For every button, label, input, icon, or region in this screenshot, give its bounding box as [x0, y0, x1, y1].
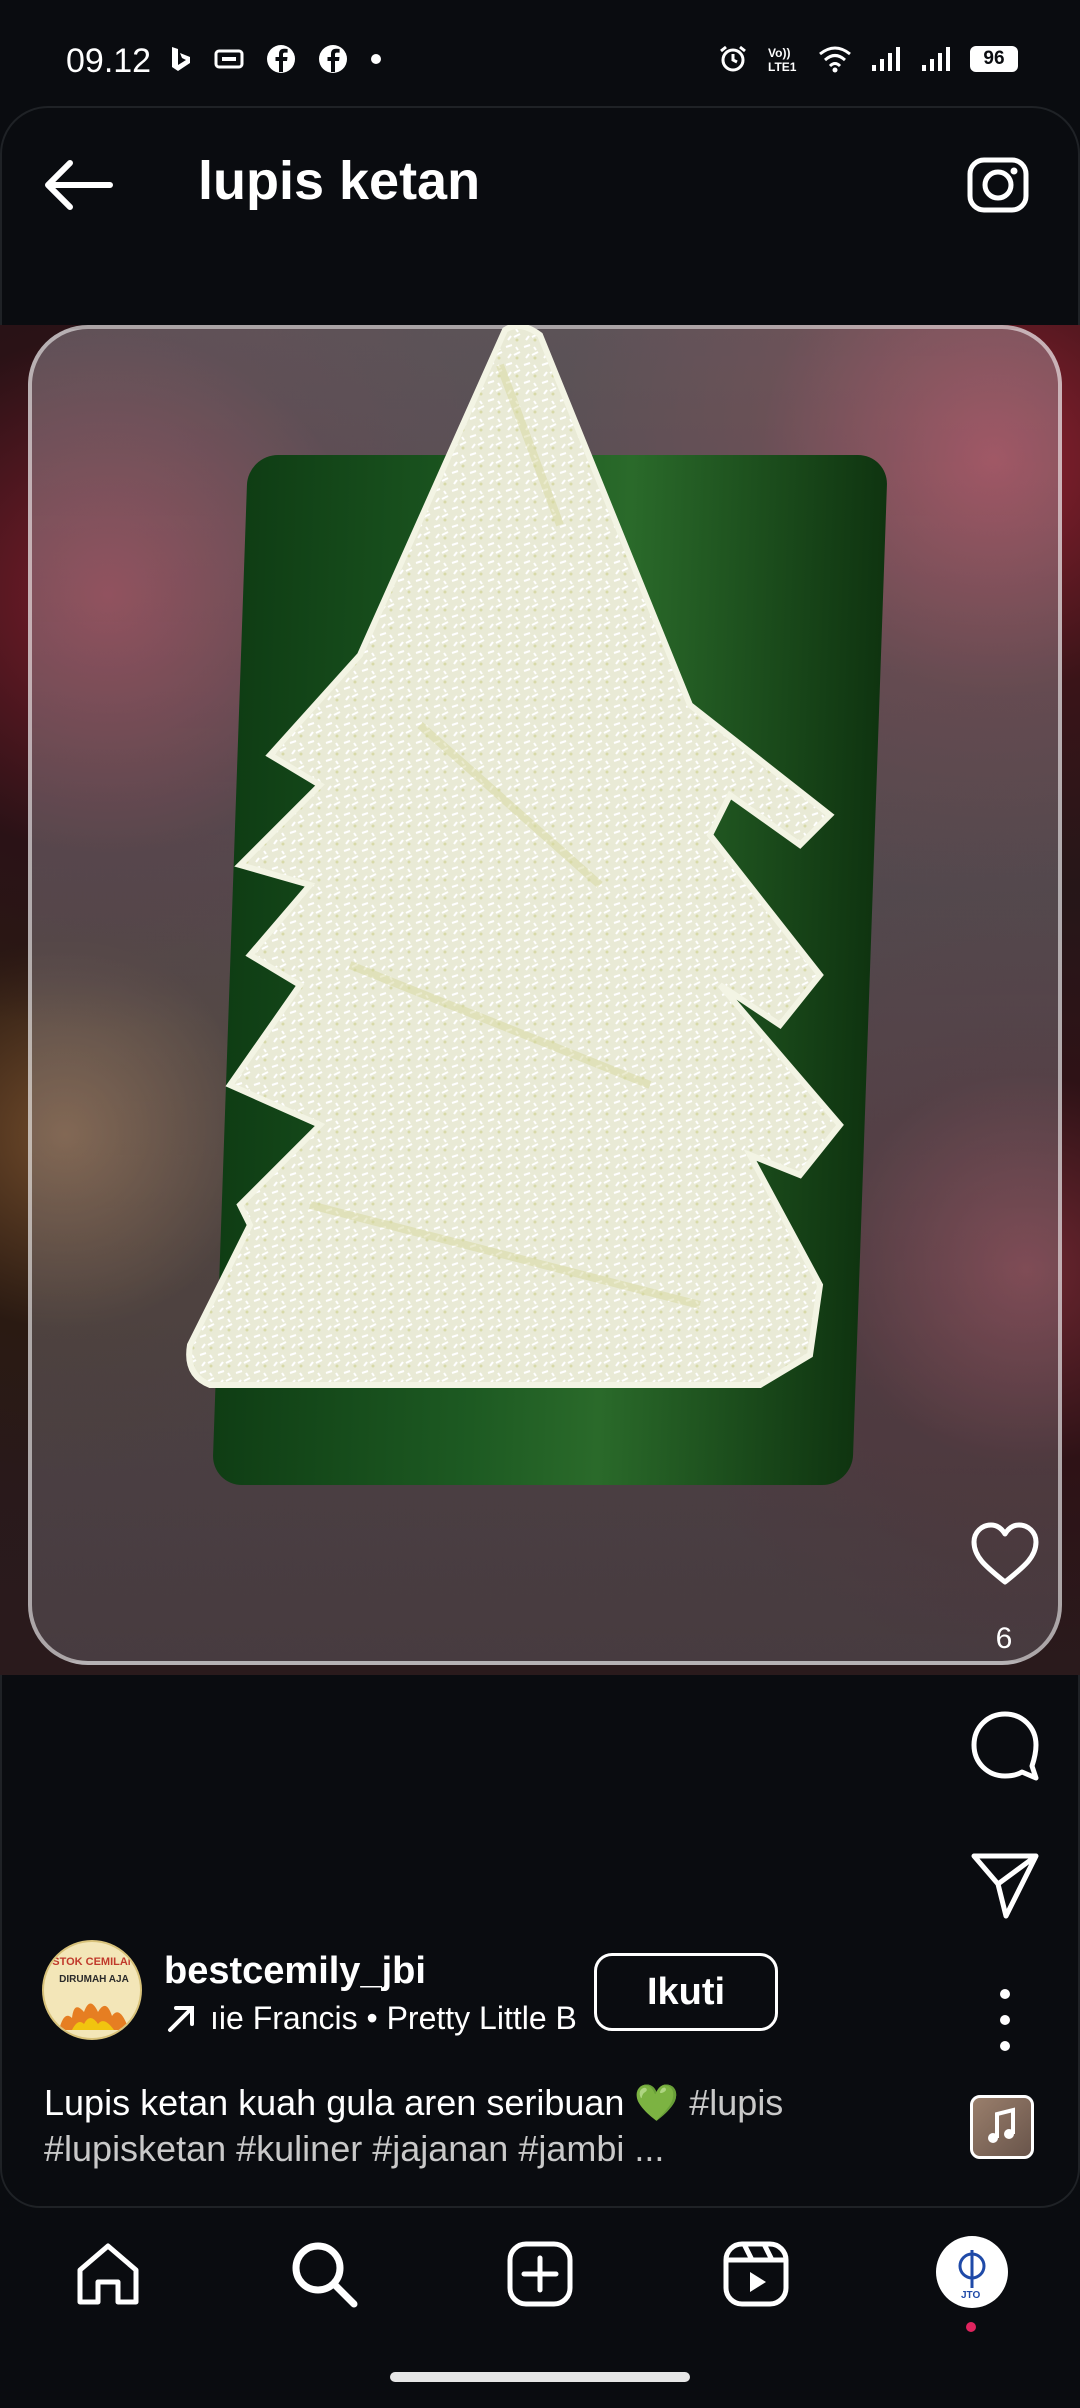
back-button[interactable]	[40, 160, 114, 210]
post-photo[interactable]	[0, 325, 1080, 1675]
author-avatar[interactable]: STOK CEMILAN DIRUMAH AJA	[42, 1940, 142, 2040]
bing-icon	[172, 47, 190, 71]
gesture-bar[interactable]	[390, 2372, 690, 2382]
comment-button[interactable]	[968, 1708, 1042, 1782]
music-title: ıie Francis • Pretty Little B	[210, 2000, 577, 2036]
share-button[interactable]	[968, 1850, 1042, 1920]
avatar-text: STOK CEMILAN	[52, 1956, 136, 1968]
page-title: lupis ketan	[198, 151, 481, 211]
hashtag[interactable]: #lupis	[689, 2082, 783, 2123]
music-row[interactable]: ıie Francis • Pretty Little B	[164, 2000, 614, 2037]
nav-search[interactable]	[288, 2238, 360, 2310]
svg-text:Vo)): Vo))	[768, 46, 790, 60]
search-icon	[292, 2242, 358, 2308]
alarm-icon	[720, 45, 746, 72]
facebook-icon	[319, 45, 347, 73]
arrow-up-right-icon	[168, 2005, 194, 2032]
sim-card-icon	[214, 49, 244, 69]
send-icon	[971, 1853, 1039, 1919]
follow-button[interactable]: Ikuti	[594, 1953, 778, 2031]
status-time: 09.12	[66, 42, 152, 80]
nav-reels[interactable]	[720, 2238, 792, 2310]
arrow-left-icon	[45, 160, 113, 210]
nav-create[interactable]	[504, 2238, 576, 2310]
reels-icon	[723, 2241, 789, 2307]
add-square-icon	[507, 2241, 573, 2307]
hashtag[interactable]: #lupisketan #kuliner #jajanan #jambi ...	[44, 2128, 664, 2169]
notification-dot	[966, 2322, 976, 2332]
heart-icon	[971, 1522, 1039, 1585]
bottom-nav: JTO	[0, 2210, 1080, 2340]
svg-text:JTO: JTO	[961, 2290, 980, 2301]
post-caption[interactable]: Lupis ketan kuah gula aren seribuan 💚 #l…	[44, 2080, 904, 2172]
home-icon	[77, 2243, 139, 2305]
signal-icon	[872, 47, 900, 71]
like-count: 6	[995, 1622, 1013, 1655]
nav-home[interactable]	[72, 2238, 144, 2310]
comment-icon	[971, 1711, 1039, 1781]
audio-button[interactable]	[970, 2095, 1034, 2159]
status-right-icons: Vo)) LTE1 96	[718, 44, 1018, 74]
svg-text:LTE1: LTE1	[768, 60, 797, 74]
facebook-icon	[267, 45, 295, 73]
status-bar: 09.12 Vo)) LTE1 96	[0, 0, 1080, 100]
battery-indicator: 96	[970, 46, 1018, 72]
volte-icon: Vo))LTE1	[768, 46, 797, 74]
music-note-icon	[973, 2098, 1031, 2156]
avatar-text: DIRUMAH AJA	[59, 1974, 129, 1985]
flame-icon	[59, 2003, 129, 2030]
profile-logo-icon: JTO	[958, 2250, 986, 2301]
notification-dot-icon	[371, 54, 381, 64]
more-options-button[interactable]	[968, 1980, 1042, 2060]
status-left-icons	[168, 44, 382, 74]
top-bar: lupis ketan	[0, 130, 1080, 240]
wifi-icon	[819, 46, 851, 73]
more-vertical-icon	[1000, 1989, 1010, 2051]
author-row: STOK CEMILAN DIRUMAH AJA bestcemily_jbi …	[42, 1940, 942, 2050]
signal-icon	[922, 47, 950, 71]
camera-button[interactable]	[964, 150, 1034, 220]
lupis-ketan-food	[186, 325, 844, 1388]
caption-text: Lupis ketan kuah gula aren seribuan 💚	[44, 2082, 690, 2123]
author-username[interactable]: bestcemily_jbi	[164, 1950, 426, 1993]
camera-icon	[967, 157, 1029, 213]
nav-profile[interactable]: JTO	[936, 2236, 1008, 2308]
like-button[interactable]	[968, 1520, 1042, 1590]
